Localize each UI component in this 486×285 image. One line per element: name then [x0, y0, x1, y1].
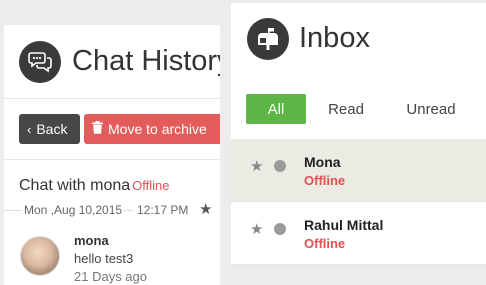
message-text: hello test3	[74, 251, 134, 266]
date-separator: Mon ,Aug 10,2015 12:17 PM ★	[4, 200, 219, 218]
trash-icon	[92, 121, 103, 137]
star-icon[interactable]: ★	[250, 157, 263, 175]
status-dot-icon	[274, 160, 286, 172]
archive-button-label: Move to archive	[108, 121, 207, 137]
chat-bubbles-icon	[19, 41, 61, 83]
chat-time: 12:17 PM	[137, 203, 189, 217]
star-icon[interactable]: ★	[199, 200, 212, 218]
tab-read[interactable]: Read	[315, 94, 377, 124]
chat-history-panel: Chat History ‹ Back Move to archive Chat…	[4, 25, 220, 285]
divider	[4, 210, 22, 211]
page-title: Chat History	[72, 45, 220, 77]
inbox-panel: Inbox All Read Unread ★ Mona Offline ★ R…	[231, 3, 486, 265]
conversation-item[interactable]: ★ Mona Offline	[231, 139, 486, 202]
chat-with-heading: Chat with mona Offline	[19, 177, 170, 195]
tab-unread[interactable]: Unread	[396, 94, 466, 124]
chevron-left-icon: ‹	[27, 121, 32, 137]
divider	[123, 210, 133, 211]
status-dot-icon	[274, 223, 286, 235]
chat-history-header: Chat History	[4, 25, 220, 99]
inbox-tabs: All Read Unread	[231, 91, 486, 131]
star-icon[interactable]: ★	[250, 220, 263, 238]
back-button-label: Back	[36, 121, 68, 137]
move-to-archive-button[interactable]: Move to archive	[84, 114, 220, 144]
inbox-title: Inbox	[299, 22, 370, 54]
conversation-name: Mona	[304, 154, 341, 170]
conversation-status: Offline	[304, 236, 346, 251]
mailbox-icon	[247, 18, 289, 60]
back-button[interactable]: ‹ Back	[19, 114, 80, 144]
conversation-name: Rahul Mittal	[304, 217, 384, 233]
message-sender: mona	[74, 233, 109, 248]
tab-all[interactable]: All	[246, 94, 306, 124]
conversation-status: Offline	[304, 173, 346, 188]
avatar	[20, 236, 60, 276]
chat-with-label: Chat with mona	[19, 177, 131, 194]
action-bar: ‹ Back Move to archive	[4, 98, 220, 160]
chat-status: Offline	[132, 178, 170, 193]
conversation-item[interactable]: ★ Rahul Mittal Offline	[231, 202, 486, 265]
chat-date: Mon ,Aug 10,2015	[24, 203, 123, 217]
